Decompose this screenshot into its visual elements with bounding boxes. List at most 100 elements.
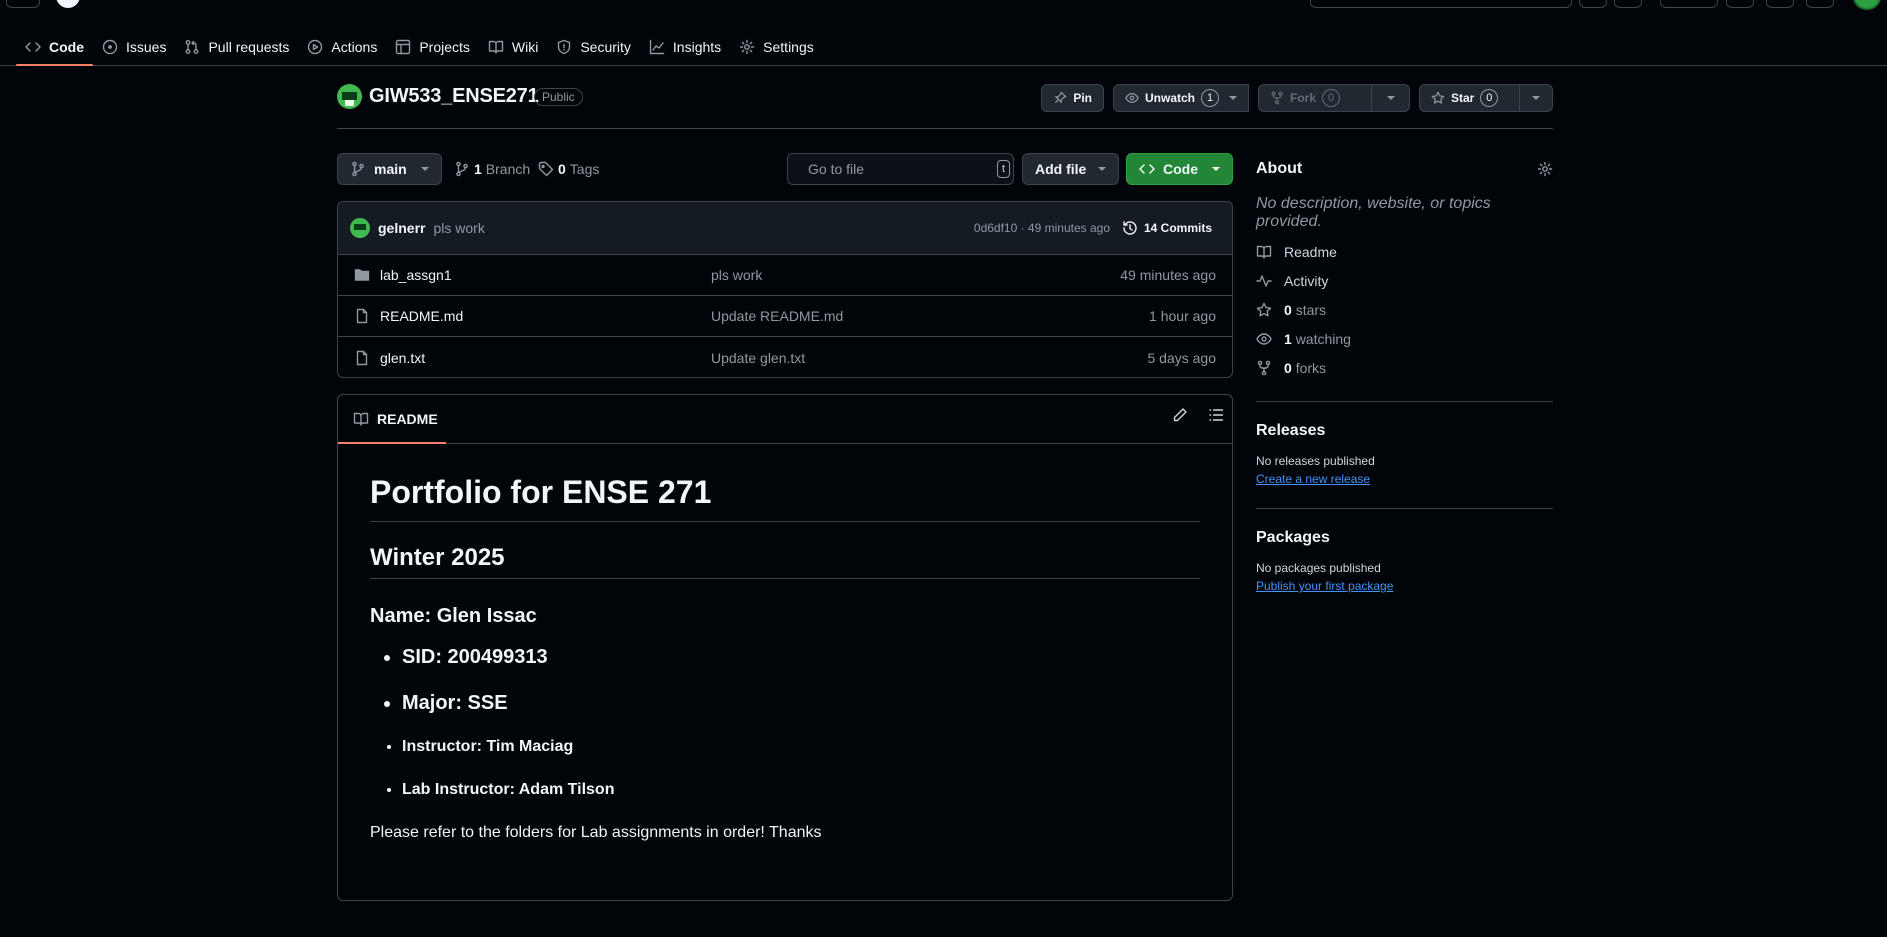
commit-message[interactable]: pls work [433, 220, 484, 236]
tab-projects[interactable]: Projects [386, 28, 479, 65]
tab-security[interactable]: Security [547, 28, 640, 65]
notifications-button-fragment[interactable] [1766, 0, 1794, 8]
tab-pull-requests[interactable]: Pull requests [175, 28, 298, 65]
file-name[interactable]: README.md [380, 308, 463, 324]
file-row[interactable]: README.md Update README.md 1 hour ago [338, 296, 1232, 337]
repo-name[interactable]: GIW533_ENSE271 [369, 85, 539, 108]
github-logo-fragment[interactable] [56, 0, 80, 8]
watching-label: watching [1295, 331, 1351, 347]
chevron-down-icon [1212, 167, 1220, 171]
branch-selector[interactable]: main [337, 153, 442, 185]
forks-count: 0 [1284, 360, 1292, 376]
user-avatar[interactable] [1853, 0, 1881, 10]
pulse-icon [1256, 275, 1272, 287]
list-item: Major: SSE [402, 692, 1200, 715]
activity-label: Activity [1284, 273, 1329, 289]
watching-count: 1 [1284, 331, 1292, 347]
tab-issues[interactable]: Issues [93, 28, 175, 65]
star-icon [1431, 91, 1445, 104]
file-name[interactable]: glen.txt [380, 350, 425, 366]
tab-insights[interactable]: Insights [640, 28, 730, 65]
code-icon [25, 41, 41, 52]
gear-icon[interactable] [1537, 161, 1553, 177]
releases-title[interactable]: Releases [1256, 422, 1553, 440]
tags-link[interactable]: 0 Tags [538, 153, 599, 185]
packages-empty: No packages published [1256, 561, 1381, 575]
repo-nav: Code Issues Pull requests Actions Projec… [0, 28, 1887, 66]
forks-link[interactable]: 0 forks [1256, 360, 1553, 376]
tab-actions[interactable]: Actions [298, 28, 386, 65]
unwatch-button[interactable]: Unwatch 1 [1112, 84, 1249, 112]
fork-dropdown-button[interactable] [1372, 84, 1410, 112]
tab-code[interactable]: Code [16, 28, 93, 66]
graph-icon [649, 39, 665, 54]
pin-label: Pin [1073, 91, 1092, 105]
publish-package-link[interactable]: Publish your first package [1256, 579, 1553, 593]
fork-icon [1257, 360, 1271, 376]
readme-tab-label: README [377, 411, 438, 427]
readme-link[interactable]: Readme [1256, 244, 1553, 260]
file-age: 1 hour ago [1149, 308, 1216, 324]
shortcut-key: t [997, 160, 1011, 178]
code-button[interactable]: Code [1126, 153, 1233, 185]
file-name[interactable]: lab_assgn1 [380, 267, 452, 283]
pencil-icon[interactable] [1172, 407, 1188, 423]
pulls-button-fragment[interactable] [1726, 0, 1754, 8]
create-button-fragment[interactable] [1614, 0, 1642, 8]
commit-author[interactable]: gelnerr [378, 220, 425, 236]
watching-link[interactable]: 1 watching [1256, 331, 1553, 347]
releases-empty: No releases published [1256, 454, 1375, 468]
readme-tab[interactable]: README [338, 395, 446, 444]
fork-counter: 0 [1322, 89, 1341, 107]
fork-split: Fork 0 [1258, 84, 1410, 112]
commits-link[interactable]: 14 Commits [1122, 220, 1212, 236]
add-file-button[interactable]: Add file [1022, 153, 1120, 185]
go-to-file-box: t [787, 153, 1014, 185]
stars-label: stars [1295, 302, 1327, 318]
branches-link[interactable]: 1 Branch [454, 153, 530, 185]
watch-counter: 1 [1201, 89, 1219, 107]
file-commit-message[interactable]: Update glen.txt [711, 350, 805, 366]
list-item: Lab Instructor: Adam Tilson [402, 781, 1200, 799]
pin-button[interactable]: Pin [1041, 84, 1104, 112]
stars-count: 0 [1284, 302, 1292, 318]
fork-button[interactable]: Fork 0 [1258, 84, 1372, 112]
file-row[interactable]: glen.txt Update glen.txt 5 days ago [338, 337, 1232, 377]
list-icon[interactable] [1208, 407, 1224, 423]
owner-avatar[interactable] [337, 84, 362, 109]
tag-label: Tags [569, 161, 600, 177]
file-row[interactable]: lab_assgn1 pls work 49 minutes ago [338, 255, 1232, 296]
file-commit-message[interactable]: pls work [711, 267, 762, 283]
eye-icon [1256, 333, 1272, 345]
file-commit-message[interactable]: Update README.md [711, 308, 843, 324]
folder-icon [354, 269, 370, 281]
stars-link[interactable]: 0 stars [1256, 302, 1553, 318]
star-icon [1256, 302, 1272, 317]
menu-button-fragment[interactable] [6, 0, 40, 8]
branch-label: Branch [485, 161, 531, 177]
tab-wiki[interactable]: Wiki [479, 28, 547, 65]
play-icon [308, 39, 323, 54]
file-icon [356, 350, 368, 365]
star-split: Star 0 [1419, 84, 1553, 112]
gear-icon [739, 39, 755, 54]
star-dropdown-button[interactable] [1520, 84, 1553, 112]
commit-meta[interactable]: 0d6df10 · 49 minutes ago [974, 221, 1110, 235]
readme-header: README [338, 395, 1232, 444]
commit-author-avatar[interactable] [350, 218, 370, 238]
commits-label: 14 Commits [1143, 221, 1212, 235]
tab-label: Insights [672, 38, 722, 55]
readme-list: SID: 200499313 Major: SSE Instructor: Ti… [370, 646, 1200, 799]
command-button-fragment[interactable] [1579, 0, 1607, 8]
issues-button-fragment[interactable] [1660, 0, 1718, 8]
activity-link[interactable]: Activity [1256, 273, 1553, 289]
packages-title[interactable]: Packages [1256, 529, 1553, 547]
unwatch-label: Unwatch [1144, 91, 1195, 105]
create-release-link[interactable]: Create a new release [1256, 472, 1553, 486]
go-to-file-input[interactable] [808, 161, 989, 177]
search-box-fragment[interactable] [1310, 0, 1572, 8]
inbox-button-fragment[interactable] [1806, 0, 1834, 8]
star-button[interactable]: Star 0 [1419, 84, 1520, 112]
tab-settings[interactable]: Settings [730, 28, 823, 65]
tab-label: Issues [126, 38, 167, 55]
